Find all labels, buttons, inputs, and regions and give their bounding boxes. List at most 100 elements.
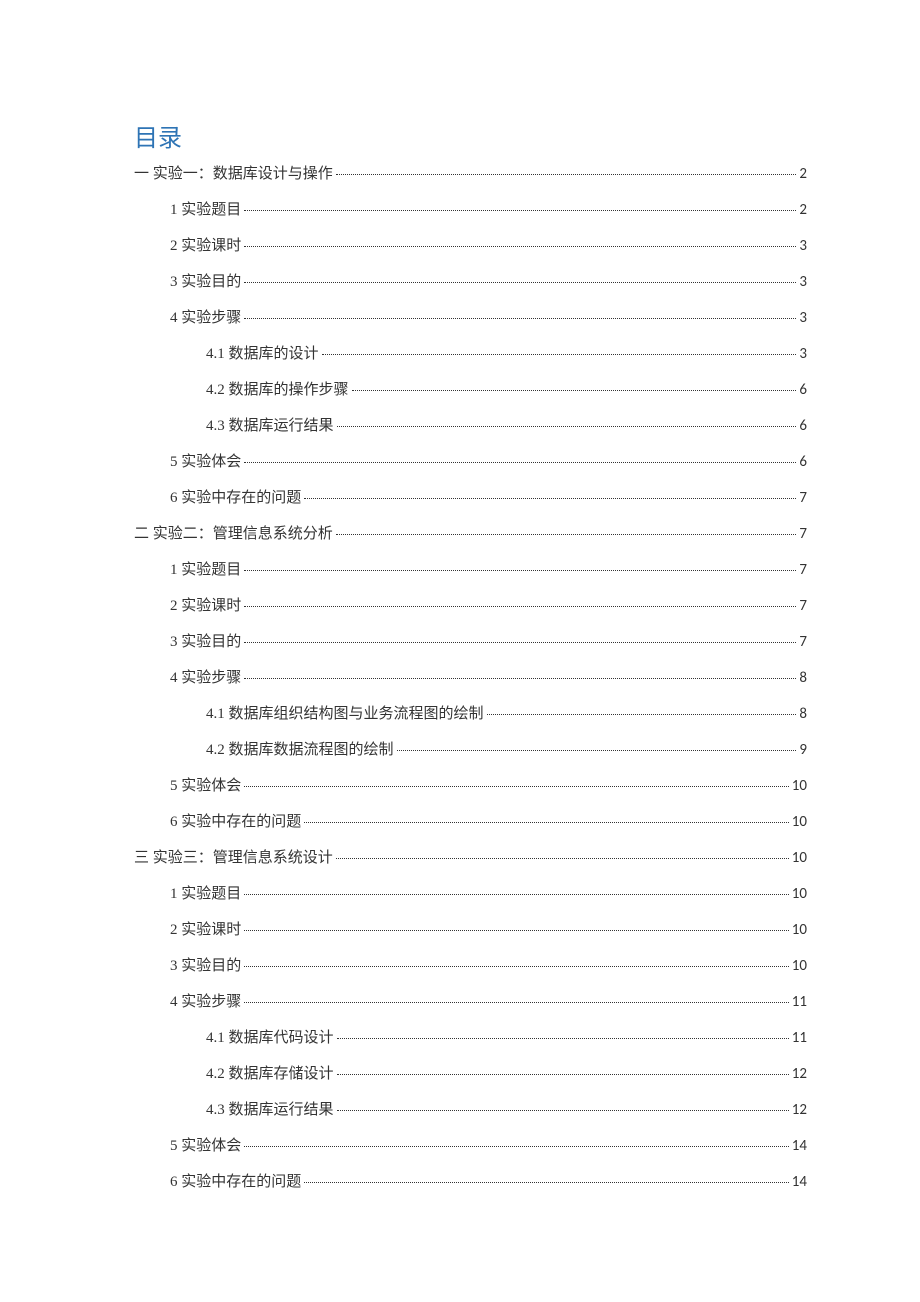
toc-leader-dots [337,1074,789,1075]
toc-entry: 二 实验二：管理信息系统分析 7 [134,527,807,563]
toc-entry: 1 实验题目10 [134,887,807,923]
toc-entry: 5 实验体会 6 [134,455,807,491]
toc-entry-label: 5 实验体会 [170,779,241,794]
toc-leader-dots [244,894,789,895]
toc-entry-label: 一 实验一：数据库设计与操作 [134,167,333,182]
toc-entry-page: 3 [799,275,807,290]
toc-leader-dots [244,606,796,607]
toc-entry-page: 10 [792,779,807,794]
toc-entry: 4 实验步骤 3 [134,311,807,347]
toc-entry-label: 4.1 数据库的设计 [206,347,319,362]
toc-entry-label: 6 实验中存在的问题 [170,1175,301,1190]
toc-leader-dots [397,750,797,751]
toc-entry-page: 3 [799,311,807,326]
toc-entry-page: 10 [792,923,807,938]
toc-entry-page: 3 [799,239,807,254]
toc-entry: 5 实验体会 14 [134,1139,807,1175]
toc-entry-label: 4.3 数据库运行结果 [206,419,334,434]
toc-entry-page: 11 [792,995,807,1010]
toc-leader-dots [337,426,797,427]
toc-leader-dots [244,678,796,679]
toc-entry-label: 2 实验课时 [170,239,241,254]
toc-entry-label: 2 实验课时 [170,923,241,938]
toc-entry-page: 12 [792,1067,807,1082]
toc-entry: 3 实验目的 3 [134,275,807,311]
toc-leader-dots [336,174,797,175]
toc-entry: 4.3 数据库运行结果 6 [134,419,807,455]
toc-leader-dots [304,498,796,499]
toc-entry: 4.1 数据库的设计 3 [134,347,807,383]
toc-entry-label: 2 实验课时 [170,599,241,614]
toc-entry-page: 8 [799,707,807,722]
toc-entry: 5 实验体会 10 [134,779,807,815]
toc-entry-page: 9 [799,743,807,758]
toc-entry-label: 5 实验体会 [170,455,241,470]
toc-list: 一 实验一：数据库设计与操作21 实验题目22 实验课时33 实验目的34 实验… [134,167,807,1211]
toc-entry-page: 12 [792,1103,807,1118]
toc-leader-dots [336,534,797,535]
toc-leader-dots [244,282,796,283]
toc-entry-label: 4.2 数据库数据流程图的绘制 [206,743,394,758]
toc-entry-label: 4 实验步骤 [170,311,241,326]
toc-entry-page: 7 [799,491,807,506]
toc-entry-page: 6 [799,419,807,434]
toc-entry-label: 3 实验目的 [170,959,241,974]
toc-entry-page: 3 [799,347,807,362]
toc-leader-dots [244,930,789,931]
toc-entry: 4 实验步骤11 [134,995,807,1031]
toc-entry-label: 1 实验题目 [170,563,241,578]
toc-entry-page: 10 [792,815,807,830]
toc-entry: 4.1 数据库组织结构图与业务流程图的绘制 8 [134,707,807,743]
toc-entry-page: 7 [799,527,807,542]
toc-entry-page: 10 [792,959,807,974]
toc-entry: 3 实验目的 10 [134,959,807,995]
toc-leader-dots [244,966,789,967]
toc-entry-page: 14 [792,1139,807,1154]
toc-entry-label: 3 实验目的 [170,275,241,290]
toc-entry: 4.3 数据库运行结果12 [134,1103,807,1139]
toc-entry-page: 6 [799,455,807,470]
toc-entry-label: 6 实验中存在的问题 [170,491,301,506]
toc-entry-page: 7 [799,635,807,650]
toc-entry: 4.2 数据库的操作步骤6 [134,383,807,419]
toc-leader-dots [337,1038,789,1039]
toc-entry-page: 10 [792,851,807,866]
toc-leader-dots [337,1110,789,1111]
toc-leader-dots [244,318,796,319]
toc-leader-dots [336,858,789,859]
toc-leader-dots [244,210,796,211]
toc-entry-label: 1 实验题目 [170,203,241,218]
toc-entry-page: 11 [792,1031,807,1046]
toc-leader-dots [244,246,796,247]
toc-entry-page: 10 [792,887,807,902]
toc-entry: 4.2 数据库存储设计 12 [134,1067,807,1103]
toc-entry: 1 实验题目 7 [134,563,807,599]
toc-title: 目录 [134,118,807,153]
document-page: 目录 一 实验一：数据库设计与操作21 实验题目22 实验课时33 实验目的34… [0,0,920,1302]
toc-entry: 三 实验三：管理信息系统设计 10 [134,851,807,887]
toc-leader-dots [244,1002,789,1003]
toc-entry-label: 4.1 数据库代码设计 [206,1031,334,1046]
toc-entry-label: 3 实验目的 [170,635,241,650]
toc-entry-label: 三 实验三：管理信息系统设计 [134,851,333,866]
toc-leader-dots [487,714,797,715]
toc-entry-page: 7 [799,599,807,614]
toc-leader-dots [304,1182,789,1183]
toc-entry: 3 实验目的 7 [134,635,807,671]
toc-entry: 4 实验步骤8 [134,671,807,707]
toc-entry-label: 5 实验体会 [170,1139,241,1154]
toc-leader-dots [244,1146,789,1147]
toc-entry: 一 实验一：数据库设计与操作 2 [134,167,807,203]
toc-entry: 6 实验中存在的问题 7 [134,491,807,527]
toc-entry-label: 4.1 数据库组织结构图与业务流程图的绘制 [206,707,484,722]
toc-entry: 2 实验课时 7 [134,599,807,635]
toc-entry: 2 实验课时 3 [134,239,807,275]
toc-entry-page: 7 [799,563,807,578]
toc-leader-dots [244,462,796,463]
toc-entry-label: 二 实验二：管理信息系统分析 [134,527,333,542]
toc-entry-label: 4.2 数据库存储设计 [206,1067,334,1082]
toc-entry-page: 2 [799,167,807,182]
toc-entry: 2 实验课时 10 [134,923,807,959]
toc-entry: 4.1 数据库代码设计 11 [134,1031,807,1067]
toc-leader-dots [244,642,796,643]
